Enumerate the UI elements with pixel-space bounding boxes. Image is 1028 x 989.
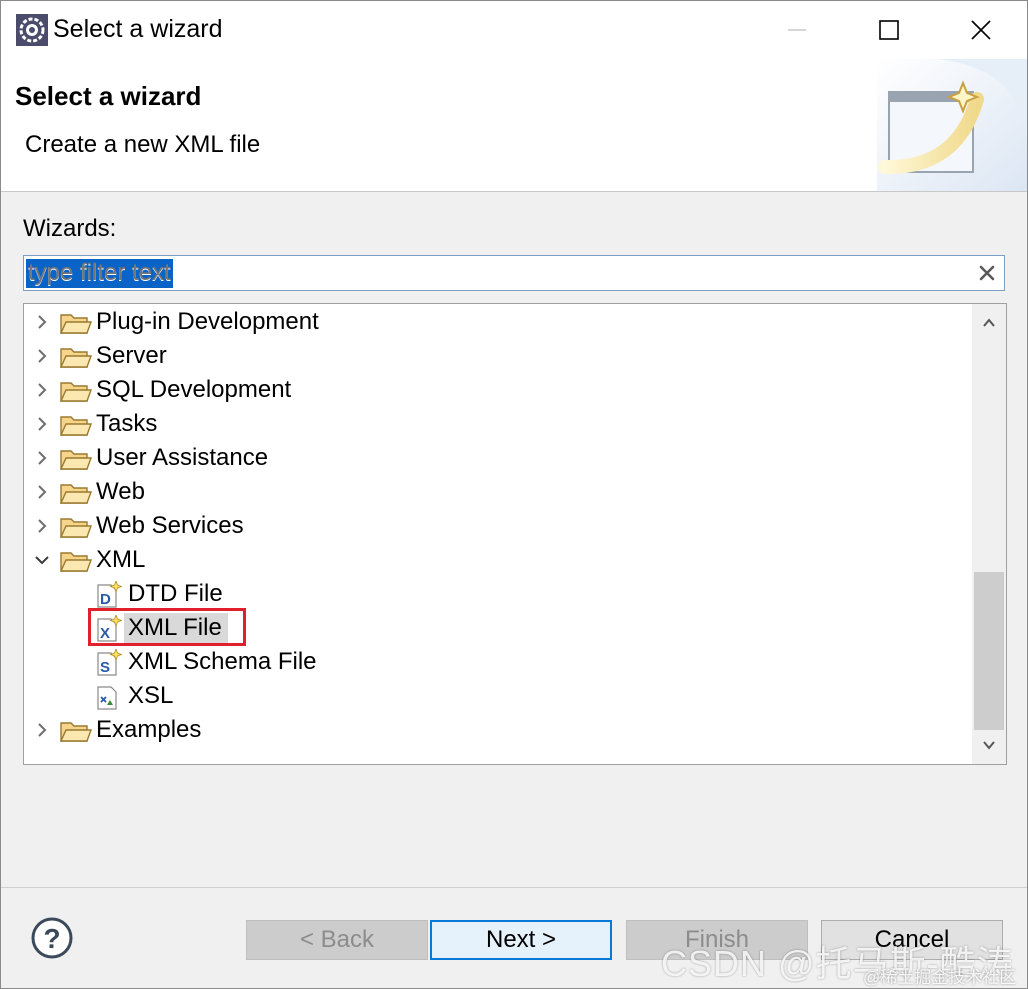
tree-item-plug-in-development[interactable]: Plug-in Development: [24, 305, 972, 339]
tree-item-web[interactable]: Web: [24, 475, 972, 509]
tree-item-sql-development[interactable]: SQL Development: [24, 373, 972, 407]
new-wizard-banner-icon: [877, 59, 1027, 191]
wizard-header: Select a wizard Create a new XML file: [1, 59, 1027, 192]
chevron-down-icon[interactable]: [34, 552, 50, 568]
folder-icon: [60, 382, 92, 402]
chevron-right-icon[interactable]: [34, 416, 50, 432]
tree-item-server[interactable]: Server: [24, 339, 972, 373]
clear-filter-icon[interactable]: [976, 262, 998, 284]
folder-icon: [60, 484, 92, 504]
next-button[interactable]: Next >: [430, 920, 612, 960]
footer-separator: [1, 887, 1027, 888]
folder-icon: [60, 416, 92, 436]
tree-item-label: XML Schema File: [128, 648, 317, 675]
tree-item-label: Server: [96, 342, 167, 369]
watermark-subtext: @稀土掘金技术社区: [863, 968, 1017, 987]
maximize-button[interactable]: [843, 1, 935, 59]
tree-item-label: SQL Development: [96, 376, 292, 403]
filter-field[interactable]: type filter text: [23, 255, 1005, 291]
folder-icon: [60, 518, 92, 538]
annotation-highlight-box: [88, 608, 246, 646]
maximize-icon: [879, 20, 899, 40]
tree-item-web-services[interactable]: Web Services: [24, 509, 972, 543]
svg-text:?: ?: [43, 923, 60, 954]
chevron-right-icon[interactable]: [34, 518, 50, 534]
eclipse-app-icon: [16, 14, 48, 46]
window-title: Select a wizard: [53, 15, 223, 43]
tree-item-label: Examples: [96, 716, 202, 743]
tree-item-label: XML: [96, 546, 146, 573]
svg-text:S: S: [100, 659, 110, 676]
close-button[interactable]: [935, 1, 1027, 59]
page-title: Select a wizard: [15, 81, 202, 111]
dtd-file-icon: D: [97, 581, 122, 608]
tree-item-label: XSL: [128, 682, 174, 709]
close-icon: [971, 20, 991, 40]
scroll-thumb[interactable]: [974, 572, 1004, 730]
title-bar: Select a wizard: [1, 1, 1027, 59]
tree-item-dtd-file[interactable]: D DTD File: [24, 577, 972, 611]
wizard-dialog: Select a wizard Select a wizard Create a…: [0, 0, 1028, 989]
help-icon[interactable]: ?: [31, 917, 73, 959]
scroll-down-button[interactable]: [972, 730, 1006, 760]
chevron-right-icon[interactable]: [34, 484, 50, 500]
tree-item-label: Tasks: [96, 410, 158, 437]
tree-scrollbar[interactable]: [972, 304, 1006, 764]
tree-item-label: Web: [96, 478, 145, 505]
chevron-up-icon: [983, 318, 995, 327]
scroll-up-button[interactable]: [972, 308, 1006, 338]
tree-item-label: Web Services: [96, 512, 244, 539]
tree-item-label: DTD File: [128, 580, 223, 607]
chevron-right-icon[interactable]: [34, 722, 50, 738]
wizard-tree[interactable]: Plug-in Development Server SQL Developme…: [23, 303, 1007, 765]
page-subtitle: Create a new XML file: [25, 131, 261, 158]
tree-item-examples[interactable]: Examples: [24, 713, 972, 747]
chevron-right-icon[interactable]: [34, 314, 50, 330]
back-button[interactable]: < Back: [246, 920, 428, 960]
tree-item-xml-schema-file[interactable]: S XML Schema File: [24, 645, 972, 679]
xml-schema-file-icon: S: [97, 649, 122, 676]
chevron-right-icon[interactable]: [34, 348, 50, 364]
folder-icon: [60, 348, 92, 368]
minimize-button[interactable]: [751, 1, 843, 59]
minimize-icon: [788, 29, 806, 31]
folder-icon: [60, 314, 92, 334]
folder-icon: [60, 722, 92, 742]
tree-item-xml[interactable]: XML: [24, 543, 972, 577]
wizards-label: Wizards:: [23, 215, 117, 242]
tree-item-user-assistance[interactable]: User Assistance: [24, 441, 972, 475]
open-folder-icon: [60, 552, 92, 572]
tree-item-label: Plug-in Development: [96, 308, 319, 335]
xsl-file-icon: [97, 686, 117, 710]
filter-input[interactable]: [26, 258, 968, 288]
chevron-right-icon[interactable]: [34, 382, 50, 398]
tree-item-xsl[interactable]: XSL: [24, 679, 972, 713]
tree-item-label: User Assistance: [96, 444, 269, 471]
chevron-down-icon: [983, 741, 995, 750]
tree-item-tasks[interactable]: Tasks: [24, 407, 972, 441]
svg-text:D: D: [100, 591, 111, 608]
chevron-right-icon[interactable]: [34, 450, 50, 466]
folder-icon: [60, 450, 92, 470]
